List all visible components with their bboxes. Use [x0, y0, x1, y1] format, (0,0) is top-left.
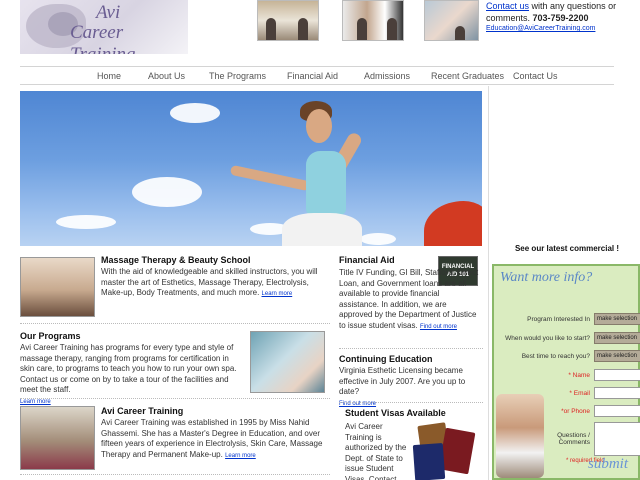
photo-figure — [357, 18, 367, 40]
logo-text-career-training: Career Training — [70, 22, 135, 54]
questions-textarea[interactable] — [594, 422, 640, 456]
section-financial-aid: Financial Aid — [339, 255, 439, 267]
nav-item-recent-graduates[interactable]: Recent Graduates — [431, 71, 504, 81]
name-input[interactable] — [594, 369, 640, 381]
passport-icon — [412, 442, 446, 480]
hero-figure-skirt — [282, 213, 362, 246]
facial-treatment-photo — [250, 331, 325, 393]
section-body-text: Title IV Funding, GI Bill, Stafford, Dir… — [339, 268, 479, 330]
header-photo-facial — [424, 0, 479, 41]
nav-item-home[interactable]: Home — [97, 71, 121, 81]
section-divider — [20, 398, 330, 399]
section-title: Financial Aid — [339, 255, 395, 265]
nav-item-the-programs[interactable]: The Programs — [209, 71, 266, 81]
section-massage-therapy: Massage Therapy & Beauty School With the… — [101, 255, 327, 300]
office-photo — [20, 406, 95, 470]
info-request-form: Want more info? Program Interested In ma… — [492, 264, 640, 480]
contact-us-link[interactable]: Contact us — [486, 1, 529, 11]
cloud-shape — [132, 177, 202, 207]
nav-item-about-us[interactable]: About Us — [148, 71, 185, 81]
section-title: Massage Therapy & Beauty School — [101, 255, 251, 265]
section-student-visas: Student Visas Available — [345, 408, 485, 420]
photo-figure — [266, 18, 276, 40]
section-avi-career-training: Avi Career Training Avi Career Training … — [101, 406, 327, 461]
hero-red-flower — [424, 201, 482, 246]
section-divider — [20, 323, 330, 324]
section-title: Avi Career Training — [101, 406, 184, 416]
section-body-text: Avi Career Training was established in 1… — [101, 418, 323, 459]
program-interested-label: Program Interested In — [527, 316, 590, 323]
learn-more-link[interactable]: Learn more — [262, 291, 293, 297]
commercial-link[interactable]: See our latest commercial ! — [496, 244, 638, 253]
email-input[interactable] — [594, 387, 640, 399]
hero-figure-arm — [229, 164, 311, 192]
best-time-label: Best time to reach you? — [521, 353, 590, 360]
start-date-select[interactable]: make selection — [594, 332, 640, 344]
learn-more-link[interactable]: Learn more — [225, 453, 256, 459]
cloud-shape — [360, 233, 396, 245]
find-out-more-link[interactable]: Find out more — [420, 324, 457, 330]
section-divider — [339, 402, 483, 403]
section-title: Student Visas Available — [345, 408, 446, 418]
phone-number: 703-759-2200 — [532, 13, 589, 23]
sidebar-divider — [488, 86, 489, 480]
form-title: Want more info? — [500, 270, 593, 285]
section-body-text: Virginia Esthetic Licensing became effec… — [339, 366, 466, 396]
section-divider — [339, 348, 483, 349]
best-time-select[interactable]: make selection — [594, 350, 640, 362]
nav-item-contact-us[interactable]: Contact Us — [513, 71, 558, 81]
nav-item-admissions[interactable]: Admissions — [364, 71, 410, 81]
questions-label: Questions / Comments — [557, 432, 590, 446]
hero-figure-head — [306, 109, 332, 143]
header-contact: Contact us with any questions or comment… — [486, 0, 638, 34]
logo-text-avi: Avi — [96, 2, 121, 23]
cloud-shape — [170, 103, 220, 123]
cloud-shape — [56, 215, 116, 229]
section-body: Avi Career Training was established in 1… — [101, 418, 327, 461]
learn-more-link[interactable]: Learn more — [20, 399, 51, 405]
start-date-label: When would you like to start? — [505, 335, 590, 342]
section-body: With the aid of knowledgeable and skille… — [101, 267, 327, 300]
photo-figure — [298, 18, 308, 40]
email-link[interactable]: Education@AviCareerTraining.com — [486, 24, 638, 34]
section-title: Continuing Education — [339, 354, 433, 364]
submit-button[interactable]: submit — [588, 456, 628, 473]
section-continuing-education: Continuing Education Virginia Esthetic L… — [339, 354, 483, 409]
header-photo-classroom — [257, 0, 319, 41]
section-student-visas-body: Avi Career Training is authorized by the… — [345, 422, 409, 480]
name-label: * Name — [568, 372, 590, 379]
spa-client-photo — [496, 394, 544, 478]
main-nav: Home About Us The Programs Financial Aid… — [20, 66, 614, 85]
spa-room-photo — [20, 257, 95, 317]
section-body: Title IV Funding, GI Bill, Stafford, Dir… — [339, 268, 481, 332]
section-financial-aid-body: Title IV Funding, GI Bill, Stafford, Dir… — [339, 268, 481, 332]
photo-figure — [455, 26, 465, 40]
hero-image — [20, 91, 482, 246]
section-divider — [20, 474, 330, 475]
program-interested-select[interactable]: make selection — [594, 313, 640, 325]
section-body-text: Avi Career Training has programs for eve… — [20, 343, 237, 394]
hero-figure-body — [306, 151, 346, 215]
section-body: Avi Career Training is authorized by the… — [345, 422, 407, 480]
nav-item-financial-aid[interactable]: Financial Aid — [287, 71, 338, 81]
section-our-programs: Our Programs Avi Career Training has pro… — [20, 331, 244, 407]
site-logo[interactable]: Avi Career Training — [20, 0, 188, 54]
phone-input[interactable] — [594, 405, 640, 417]
header-photo-graduation — [342, 0, 404, 41]
section-title: Our Programs — [20, 331, 81, 341]
photo-figure — [387, 18, 397, 40]
